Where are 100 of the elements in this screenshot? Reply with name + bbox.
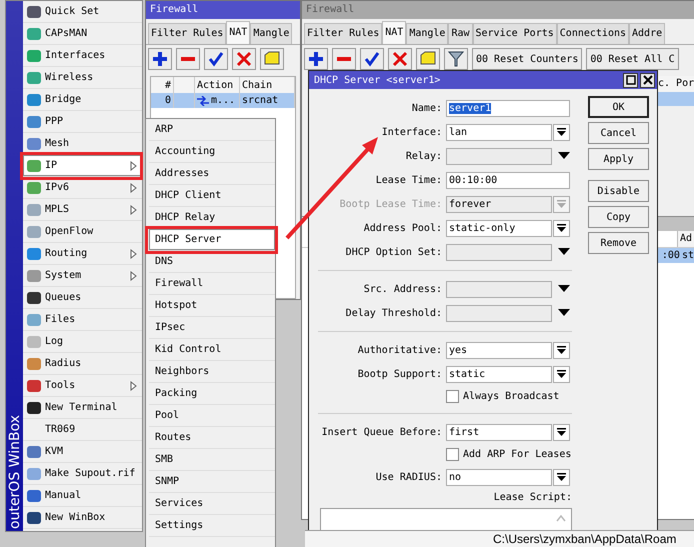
toolbar-button[interactable] bbox=[332, 48, 356, 70]
tab[interactable]: NAT bbox=[382, 21, 406, 44]
dialog-button[interactable]: Cancel bbox=[588, 122, 649, 144]
menu-item[interactable]: SNMP bbox=[149, 471, 275, 493]
menu-item[interactable]: System bbox=[23, 265, 142, 287]
tab[interactable]: Raw bbox=[448, 23, 472, 44]
combo-field[interactable] bbox=[446, 244, 552, 260]
menu-item[interactable]: Neighbors bbox=[149, 361, 275, 383]
menu-item[interactable]: Routing bbox=[23, 243, 142, 265]
dropdown-button[interactable] bbox=[553, 424, 570, 440]
table-cell-text: m... bbox=[211, 94, 236, 108]
menu-item[interactable]: Interfaces bbox=[23, 45, 142, 67]
dialog-button[interactable]: Apply bbox=[588, 148, 649, 170]
toolbar-button[interactable]: 00 Reset All C bbox=[586, 48, 679, 70]
table-row[interactable]: :00 st bbox=[657, 248, 694, 263]
menu-item[interactable]: Services bbox=[149, 493, 275, 515]
toolbar-button[interactable]: 00 Reset Counters bbox=[472, 48, 582, 70]
dropdown-button[interactable] bbox=[553, 366, 570, 382]
menu-item[interactable]: Radius bbox=[23, 353, 142, 375]
menu-item[interactable]: Manual bbox=[23, 485, 142, 507]
close-button[interactable] bbox=[640, 72, 655, 88]
text-field[interactable]: 00:10:00 bbox=[446, 172, 570, 188]
menu-item[interactable]: OpenFlow bbox=[23, 221, 142, 243]
checkbox[interactable] bbox=[446, 448, 459, 461]
menu-item[interactable]: Pool bbox=[149, 405, 275, 427]
select-field[interactable]: no bbox=[446, 468, 552, 486]
menu-item[interactable]: KVM bbox=[23, 441, 142, 463]
toolbar-button[interactable] bbox=[176, 48, 200, 70]
toolbar-button[interactable] bbox=[444, 48, 468, 70]
menu-item[interactable]: Hotspot bbox=[149, 295, 275, 317]
menu-item[interactable]: New Terminal bbox=[23, 397, 142, 419]
checkbox[interactable] bbox=[446, 390, 459, 403]
menu-item[interactable]: Queues bbox=[23, 287, 142, 309]
menu-item[interactable]: IP bbox=[23, 155, 142, 177]
menu-item[interactable]: Firewall bbox=[149, 273, 275, 295]
dropdown-button[interactable] bbox=[553, 220, 570, 236]
column-header[interactable]: c. Por bbox=[658, 76, 694, 92]
menu-item[interactable]: PPP bbox=[23, 111, 142, 133]
tab[interactable]: Mangle bbox=[250, 23, 292, 44]
dialog-button[interactable]: Remove bbox=[588, 232, 649, 254]
menu-item[interactable]: Routes bbox=[149, 427, 275, 449]
toolbar-button[interactable] bbox=[148, 48, 172, 70]
menu-item[interactable]: DNS bbox=[149, 251, 275, 273]
select-field[interactable]: static bbox=[446, 366, 552, 382]
tab[interactable]: Connections bbox=[556, 23, 630, 44]
menu-item[interactable]: Addresses bbox=[149, 163, 275, 185]
toolbar-button[interactable] bbox=[260, 48, 284, 70]
toolbar-button[interactable] bbox=[304, 48, 328, 70]
select-field[interactable]: static-only bbox=[446, 220, 552, 236]
menu-item[interactable]: Settings bbox=[149, 515, 275, 537]
combo-field[interactable] bbox=[446, 304, 552, 322]
select-field[interactable]: lan bbox=[446, 124, 552, 140]
tab[interactable]: Filter Rules bbox=[304, 23, 382, 44]
select-field[interactable]: first bbox=[446, 424, 552, 440]
combo-field[interactable] bbox=[446, 148, 552, 164]
dialog-button[interactable]: OK bbox=[588, 96, 649, 118]
dropdown-button[interactable] bbox=[553, 124, 570, 140]
table-row[interactable] bbox=[657, 92, 694, 106]
tab[interactable]: Filter Rules bbox=[148, 23, 226, 44]
menu-item[interactable]: DHCP Client bbox=[149, 185, 275, 207]
menu-item[interactable]: TR069 bbox=[23, 419, 142, 441]
tab[interactable]: Service Ports bbox=[472, 23, 557, 44]
menu-item[interactable]: IPsec bbox=[149, 317, 275, 339]
menu-item[interactable]: Packing bbox=[149, 383, 275, 405]
menu-item[interactable]: IPv6 bbox=[23, 177, 142, 199]
menu-item[interactable]: CAPsMAN bbox=[23, 23, 142, 45]
combo-field[interactable] bbox=[446, 280, 552, 298]
menu-item[interactable]: Kid Control bbox=[149, 339, 275, 361]
tab[interactable]: NAT bbox=[226, 21, 250, 44]
menu-item[interactable]: Log bbox=[23, 331, 142, 353]
menu-item[interactable]: DHCP Server bbox=[149, 229, 275, 251]
dialog-button[interactable]: Disable bbox=[588, 180, 649, 202]
menu-item[interactable]: ARP bbox=[149, 119, 275, 141]
dialog-button[interactable]: Copy bbox=[588, 206, 649, 228]
toolbar-button[interactable] bbox=[204, 48, 228, 70]
add-icon bbox=[152, 51, 168, 67]
select-field[interactable]: yes bbox=[446, 342, 552, 358]
column-header[interactable]: Ad bbox=[676, 231, 694, 247]
table-row[interactable]: 0 m... srcnat bbox=[151, 93, 295, 108]
dropdown-button[interactable] bbox=[553, 468, 570, 486]
tab[interactable]: Addre bbox=[629, 23, 666, 44]
menu-item[interactable]: Quick Set bbox=[23, 1, 142, 23]
menu-item[interactable]: Files bbox=[23, 309, 142, 331]
dropdown-button[interactable] bbox=[553, 342, 570, 358]
toolbar-button[interactable] bbox=[416, 48, 440, 70]
menu-item[interactable]: New WinBox bbox=[23, 507, 142, 529]
menu-item[interactable]: MPLS bbox=[23, 199, 142, 221]
tab[interactable]: Mangle bbox=[406, 23, 448, 44]
field-label: Relay: bbox=[404, 150, 442, 162]
menu-item[interactable]: Tools bbox=[23, 375, 142, 397]
menu-item[interactable]: Wireless bbox=[23, 67, 142, 89]
toolbar-button[interactable] bbox=[388, 48, 412, 70]
menu-item[interactable]: Accounting bbox=[149, 141, 275, 163]
toolbar-button[interactable] bbox=[232, 48, 256, 70]
menu-item[interactable]: Make Supout.rif bbox=[23, 463, 142, 485]
menu-item[interactable]: SMB bbox=[149, 449, 275, 471]
maximize-button[interactable] bbox=[623, 72, 638, 88]
text-field[interactable]: server1 bbox=[446, 100, 570, 116]
toolbar-button[interactable] bbox=[360, 48, 384, 70]
menu-item[interactable]: Bridge bbox=[23, 89, 142, 111]
